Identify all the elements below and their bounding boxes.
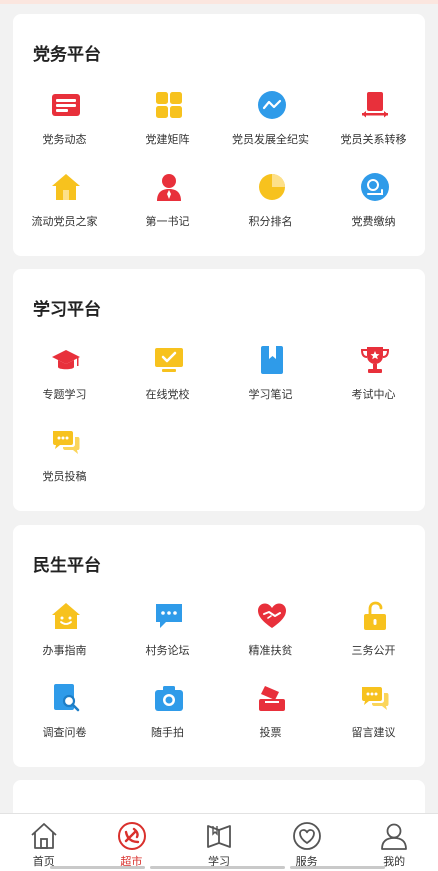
grid-item-topic-study[interactable]: 专题学习: [13, 341, 116, 411]
grid-item-label: 学习笔记: [248, 388, 293, 401]
grid-item-member-submission[interactable]: 党员投稿: [13, 423, 116, 493]
section-title: 学习平台: [33, 300, 101, 320]
document-search-icon: [54, 684, 80, 712]
home-icon: [31, 823, 57, 849]
grid-item-label: 留言建议: [351, 726, 396, 739]
grid-item-label: 三务公开: [351, 644, 396, 657]
grid-item-relation-transfer[interactable]: 党员关系转移: [322, 86, 425, 156]
grid-item-label: 随手拍: [151, 726, 184, 739]
grid-item-label: 流动党员之家: [31, 215, 98, 228]
chat-bubbles-icon: [53, 431, 80, 454]
grid-item-vote[interactable]: 投票: [219, 679, 322, 749]
study-platform-card: 学习平台 专题学习 在线党校 学习笔记 考试中心 党员投稿: [13, 269, 425, 511]
grid-item-party-matrix[interactable]: 党建矩阵: [116, 86, 219, 156]
grid-item-label: 村务论坛: [145, 644, 190, 657]
grid-item-exam-center[interactable]: 考试中心: [322, 341, 425, 411]
news-card-icon: [52, 94, 80, 116]
message-bubbles-icon: [362, 687, 389, 710]
grid-item-survey[interactable]: 调查问卷: [13, 679, 116, 749]
user-icon: [381, 823, 408, 850]
grid-item-village-forum[interactable]: 村务论坛: [116, 597, 219, 667]
person-tie-icon: [157, 174, 181, 201]
ballot-box-icon: [259, 686, 285, 711]
grid-item-study-notes[interactable]: 学习笔记: [219, 341, 322, 411]
party-affairs-card: 党务平台 党务动态 党建矩阵 党员发展全纪实 党员关系转移 流动党员之家 第一书…: [13, 14, 425, 256]
section-title: 民生平台: [33, 556, 101, 576]
tab-home[interactable]: 首页: [0, 814, 88, 871]
party-emblem-icon: [117, 822, 146, 850]
grid-item-label: 第一书记: [145, 215, 190, 228]
notebook-icon: [261, 346, 283, 374]
heart-circle-icon: [292, 822, 321, 850]
status-strip: [0, 0, 438, 4]
grid-item-first-secretary[interactable]: 第一书记: [116, 168, 219, 238]
payment-coin-icon: [361, 173, 389, 201]
grid-item-label: 党员关系转移: [340, 133, 407, 146]
grid-item-party-news[interactable]: 党务动态: [13, 86, 116, 156]
grid-item-label: 办事指南: [42, 644, 87, 657]
transfer-icon: [362, 92, 388, 118]
grid-item-label: 专题学习: [42, 388, 87, 401]
grid-item-label: 精准扶贫: [248, 644, 293, 657]
monitor-check-icon: [155, 348, 183, 372]
grid-item-label: 党员发展全纪实: [232, 133, 309, 146]
grid-item-label: 党费缴纳: [351, 215, 396, 228]
livelihood-platform-card: 民生平台 办事指南 村务论坛 精准扶贫 三务公开 调查问卷 随手拍 投票 留言建…: [13, 525, 425, 767]
bottom-tab-bar: 首页 超市 学习 服务 我的: [0, 813, 438, 871]
camera-icon: [155, 686, 183, 711]
tab-mine[interactable]: 我的: [350, 814, 438, 871]
grid-item-points-ranking[interactable]: 积分排名: [219, 168, 322, 238]
grid-item-label: 在线党校: [145, 388, 190, 401]
home-indicator: [50, 866, 145, 869]
grid-item-label: 党务动态: [42, 133, 87, 146]
open-lock-icon: [364, 601, 386, 630]
grid-item-poverty-alleviation[interactable]: 精准扶贫: [219, 597, 322, 667]
home-indicator: [150, 866, 285, 869]
grid-item-label: 积分排名: [248, 215, 293, 228]
tab-market[interactable]: 超市: [88, 814, 176, 871]
grid-item-online-party-school[interactable]: 在线党校: [116, 341, 219, 411]
grid-item-label: 党建矩阵: [145, 133, 190, 146]
tab-study[interactable]: 学习: [175, 814, 263, 871]
grid-item-label: 党员投稿: [42, 470, 87, 483]
grid-item-label: 投票: [259, 726, 282, 739]
trophy-icon: [360, 347, 390, 373]
grid-item-service-guide[interactable]: 办事指南: [13, 597, 116, 667]
grid-matrix-icon: [156, 92, 182, 118]
section-title: 党务平台: [33, 45, 101, 65]
grid-item-snapshot[interactable]: 随手拍: [116, 679, 219, 749]
grid-item-mobile-member-home[interactable]: 流动党员之家: [13, 168, 116, 238]
book-icon: [207, 825, 232, 848]
home-indicator: [290, 866, 385, 869]
grid-item-label: 考试中心: [351, 388, 396, 401]
smile-house-icon: [52, 603, 80, 629]
grid-item-suggestions[interactable]: 留言建议: [322, 679, 425, 749]
grid-item-three-affairs-public[interactable]: 三务公开: [322, 597, 425, 667]
graduation-cap-icon: [52, 350, 80, 370]
grid-item-member-development[interactable]: 党员发展全纪实: [219, 86, 322, 156]
tab-service[interactable]: 服务: [263, 814, 351, 871]
trend-line-icon: [258, 91, 286, 119]
chat-dots-icon: [156, 604, 182, 628]
heart-handshake-icon: [258, 603, 286, 628]
grid-item-party-fee[interactable]: 党费缴纳: [322, 168, 425, 238]
house-icon: [52, 174, 80, 200]
pie-chart-icon: [259, 174, 285, 200]
grid-item-label: 调查问卷: [42, 726, 87, 739]
